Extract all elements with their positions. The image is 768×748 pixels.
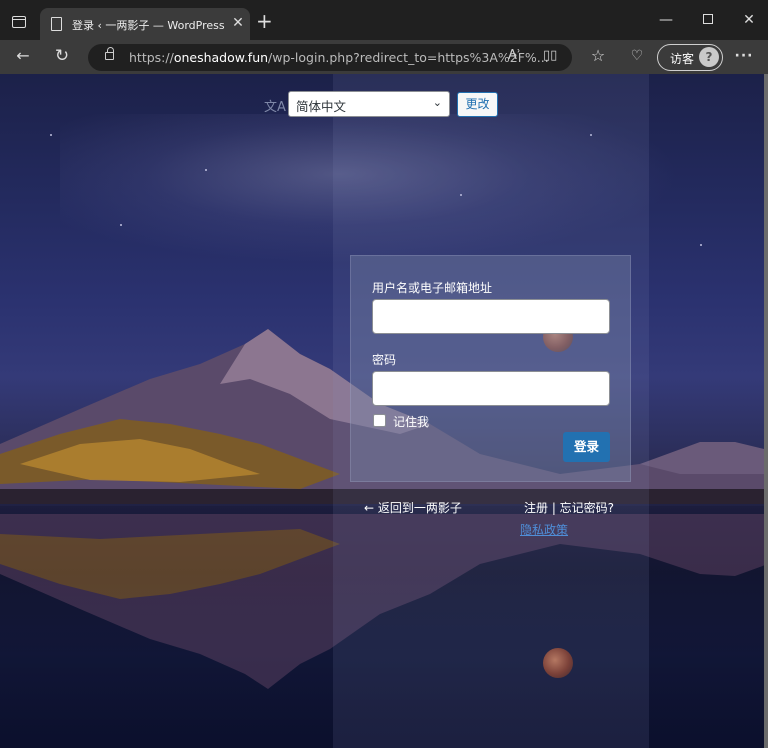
- browser-essentials-icon[interactable]: ♡: [626, 46, 648, 66]
- login-form: 用户名或电子邮箱地址 密码 记住我 登录: [350, 255, 631, 482]
- maximize-icon[interactable]: [698, 12, 718, 28]
- star: [50, 134, 52, 136]
- tab-title: 登录 ‹ 一两影子 — WordPress: [72, 19, 225, 32]
- remember-me-label[interactable]: 记住我: [393, 413, 429, 430]
- star: [120, 224, 122, 226]
- login-page: 文A 简体中文 ⌄ 更改 用户名或电子邮箱地址 密码 记住我 登录 ← 返回到一…: [0, 74, 768, 748]
- username-input[interactable]: [372, 299, 610, 334]
- more-menu-icon[interactable]: ···: [733, 46, 755, 66]
- password-label: 密码: [372, 353, 397, 367]
- url-text[interactable]: https://oneshadow.fun/wp-login.php?redir…: [129, 50, 549, 65]
- login-submit-button[interactable]: 登录: [563, 432, 610, 462]
- username-label: 用户名或电子邮箱地址: [372, 281, 493, 295]
- favorites-icon[interactable]: ☆: [587, 46, 609, 66]
- register-lost-password-links[interactable]: 注册 | 忘记密码?: [524, 499, 614, 516]
- guest-avatar-icon: ?: [699, 47, 719, 67]
- scrollbar[interactable]: [764, 74, 768, 748]
- translate-icon: 文A: [264, 100, 286, 115]
- browser-toolbar: ← ↻ https://oneshadow.fun/wp-login.php?r…: [0, 40, 768, 74]
- tab-actions-icon[interactable]: [12, 16, 26, 28]
- remember-me-checkbox[interactable]: [373, 414, 386, 427]
- immersive-reader-icon[interactable]: ▯▯: [543, 48, 557, 63]
- guest-profile-button[interactable]: 访客 ?: [657, 44, 723, 71]
- tab-close-icon[interactable]: ✕: [230, 15, 246, 31]
- minimize-icon[interactable]: —: [656, 12, 676, 28]
- page-favicon-icon: [51, 17, 62, 31]
- window-close-icon[interactable]: ✕: [739, 12, 759, 28]
- back-to-site-link[interactable]: ← 返回到一两影子: [364, 499, 462, 516]
- address-bar[interactable]: https://oneshadow.fun/wp-login.php?redir…: [88, 44, 572, 71]
- privacy-policy-link[interactable]: 隐私政策: [520, 521, 568, 538]
- star: [205, 169, 207, 171]
- refresh-icon[interactable]: ↻: [51, 46, 73, 66]
- language-selected-value: 简体中文: [296, 99, 347, 114]
- chevron-down-icon: ⌄: [432, 96, 442, 109]
- guest-label: 访客: [670, 52, 695, 66]
- lock-icon[interactable]: [105, 47, 114, 60]
- active-tab[interactable]: 登录 ‹ 一两影子 — WordPress ✕: [40, 8, 250, 40]
- read-aloud-icon[interactable]: Aʾ: [508, 48, 521, 63]
- password-input[interactable]: [372, 371, 610, 406]
- back-icon[interactable]: ←: [12, 46, 34, 66]
- language-select[interactable]: 简体中文 ⌄: [288, 91, 450, 117]
- change-language-button[interactable]: 更改: [457, 92, 498, 117]
- tab-bar: 登录 ‹ 一两影子 — WordPress ✕ + — ✕: [0, 0, 768, 40]
- new-tab-icon[interactable]: +: [256, 11, 273, 31]
- star: [700, 244, 702, 246]
